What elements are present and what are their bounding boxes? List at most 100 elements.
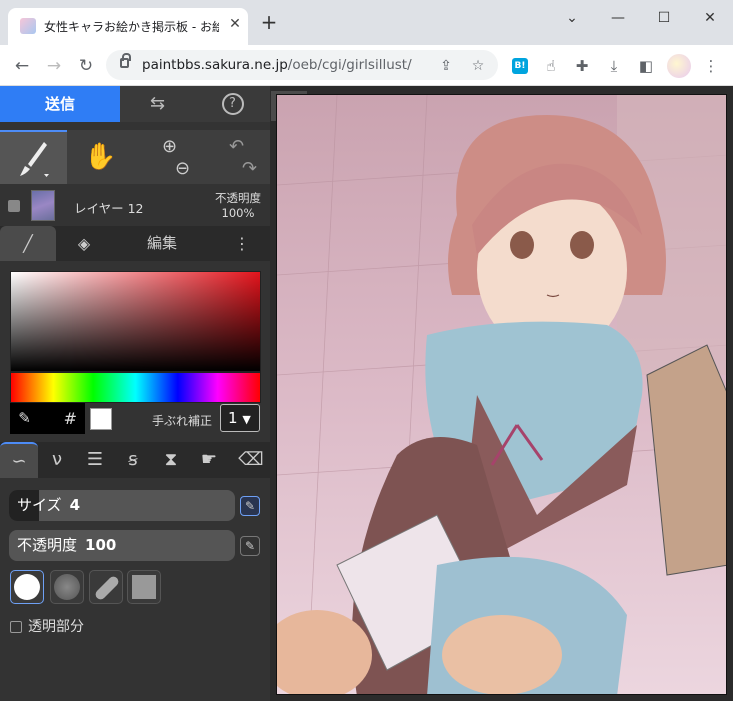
browser-window: 女性キャラお絵かき掲示板 - お絵かき ✕ + ⌄ — ☐ ✕ ← → ↻ pa… bbox=[0, 0, 733, 701]
saturation-value-picker[interactable] bbox=[10, 271, 261, 372]
zoom-button[interactable]: ⊕ ⊖ bbox=[136, 130, 203, 184]
new-tab-icon[interactable]: + bbox=[258, 12, 280, 32]
url-text: paintbbs.sakura.ne.jp/oeb/cgi/girlsillus… bbox=[142, 57, 412, 73]
tab-gradient[interactable]: ⧗ bbox=[152, 442, 190, 478]
tab-eraser[interactable]: ⌫ bbox=[232, 442, 270, 478]
soft-brush-icon bbox=[54, 574, 80, 600]
square-brush-button[interactable] bbox=[127, 570, 161, 604]
smudge-icon: ☛ bbox=[200, 449, 218, 470]
close-tab-icon[interactable]: ✕ bbox=[226, 16, 244, 32]
pointer-extension-icon[interactable]: ☝ bbox=[540, 55, 562, 77]
browser-toolbar: ← → ↻ paintbbs.sakura.ne.jp/oeb/cgi/girl… bbox=[0, 45, 733, 86]
size-label: サイズ bbox=[17, 496, 62, 514]
minimize-icon[interactable]: — bbox=[603, 10, 633, 30]
size-value: 4 bbox=[69, 496, 80, 514]
hand-icon: ✋ bbox=[84, 142, 117, 172]
back-icon[interactable]: ← bbox=[10, 54, 34, 78]
tool-panel: 送信 ⇆ ? ✋ ⊕ ⊖ ↶ ↷ レイヤー 12 不透明度 100% ╱ ◈ 編… bbox=[0, 86, 270, 701]
brush-tab-icon: ╱ bbox=[23, 234, 33, 253]
lasso-icon: ꞩ bbox=[128, 449, 138, 470]
address-bar[interactable]: paintbbs.sakura.ne.jp/oeb/cgi/girlsillus… bbox=[106, 50, 498, 80]
swap-arrows-icon[interactable]: ⇆ bbox=[120, 86, 195, 122]
url-host: paintbbs.sakura.ne.jp bbox=[142, 57, 288, 73]
airbrush-icon: ☰ bbox=[86, 449, 104, 470]
current-color-swatch[interactable] bbox=[90, 408, 112, 430]
chevron-down-icon: ▼ bbox=[242, 413, 251, 426]
layer-name: レイヤー 12 bbox=[74, 201, 144, 216]
transparent-lock-label: 透明部分 bbox=[28, 619, 84, 635]
size-slider[interactable]: サイズ 4 bbox=[9, 490, 235, 521]
soft-brush-button[interactable] bbox=[50, 570, 84, 604]
pill-brush-icon bbox=[93, 574, 121, 602]
extensions-puzzle-icon[interactable]: ✚ bbox=[571, 55, 593, 77]
forward-icon[interactable]: → bbox=[42, 54, 66, 78]
pen-stroke-icon: ∽ bbox=[11, 451, 27, 472]
round-brush-button[interactable] bbox=[10, 570, 44, 604]
brush-type-tabs: ∽ ν ☰ ꞩ ⧗ ☛ ⌫ bbox=[0, 442, 270, 478]
chevron-down-icon[interactable]: ⌄ bbox=[557, 10, 587, 30]
tab-brush[interactable]: ╱ bbox=[0, 226, 56, 261]
redo-icon: ↷ bbox=[241, 158, 258, 179]
send-button[interactable]: 送信 bbox=[0, 86, 120, 122]
help-icon: ? bbox=[221, 93, 244, 115]
layer-visible-checkbox[interactable] bbox=[8, 200, 20, 212]
menu-kebab-icon[interactable]: ⋮ bbox=[700, 55, 722, 77]
tab-pen[interactable]: ∽ bbox=[0, 442, 38, 478]
pill-brush-button[interactable] bbox=[89, 570, 123, 604]
reload-icon[interactable]: ↻ bbox=[74, 54, 98, 78]
color-panel: ✎ # 手ぶれ補正 1 ▼ bbox=[0, 261, 270, 441]
favicon-icon bbox=[20, 18, 36, 34]
tab-edit[interactable]: 編集 bbox=[112, 226, 212, 261]
drawing-canvas[interactable] bbox=[276, 94, 727, 695]
brush-icon bbox=[19, 142, 49, 177]
brush-tool-button[interactable] bbox=[0, 130, 67, 184]
share-icon[interactable]: ⇪ bbox=[436, 56, 456, 76]
eyedropper-icon[interactable]: ✎ bbox=[10, 403, 39, 434]
size-pressure-icon[interactable]: ✎ bbox=[240, 496, 260, 516]
zoom-in-icon: ⊕ bbox=[161, 136, 178, 157]
tab-layers[interactable]: ◈ bbox=[56, 226, 112, 261]
undo-icon: ↶ bbox=[228, 136, 245, 157]
hand-tool-button[interactable]: ✋ bbox=[67, 130, 134, 184]
watercolor-icon: ν bbox=[51, 449, 63, 470]
main-tools: ✋ ⊕ ⊖ ↶ ↷ bbox=[0, 130, 270, 184]
opacity-value: 100 bbox=[85, 536, 117, 554]
bookmark-star-icon[interactable]: ☆ bbox=[468, 56, 488, 76]
tab-watercolor[interactable]: ν bbox=[38, 442, 76, 478]
stabilizer-value: 1 bbox=[228, 409, 238, 427]
zoom-out-icon: ⊖ bbox=[174, 158, 191, 179]
help-button[interactable]: ? bbox=[195, 86, 270, 122]
layer-row[interactable]: レイヤー 12 不透明度 100% bbox=[0, 186, 270, 226]
maximize-icon[interactable]: ☐ bbox=[649, 10, 679, 30]
close-window-icon[interactable]: ✕ bbox=[695, 10, 725, 30]
lock-icon bbox=[120, 53, 131, 68]
profile-avatar[interactable] bbox=[667, 54, 691, 78]
opacity-pressure-icon[interactable]: ✎ bbox=[240, 536, 260, 556]
layer-opacity-value: 100% bbox=[221, 206, 255, 220]
round-brush-icon bbox=[14, 574, 40, 600]
tab-airbrush[interactable]: ☰ bbox=[76, 442, 114, 478]
opacity-slider[interactable]: 不透明度 100 bbox=[9, 530, 235, 561]
layers-icon: ◈ bbox=[77, 234, 91, 253]
hatena-bookmark-extension-icon[interactable]: B! bbox=[512, 58, 528, 74]
square-brush-icon bbox=[132, 575, 156, 599]
hex-input[interactable]: # bbox=[39, 403, 85, 434]
side-panel-icon[interactable]: ◧ bbox=[635, 55, 657, 77]
panel-top-bar: 送信 ⇆ ? bbox=[0, 86, 270, 122]
layer-opacity-label: 不透明度 bbox=[215, 191, 261, 205]
more-options-icon[interactable]: ⋮ bbox=[222, 226, 262, 261]
url-path: /oeb/cgi/girlsillust/ bbox=[287, 57, 412, 73]
layer-thumbnail bbox=[31, 190, 55, 221]
stabilizer-select[interactable]: 1 ▼ bbox=[220, 404, 260, 432]
opacity-label: 不透明度 bbox=[17, 536, 78, 554]
gradient-icon: ⧗ bbox=[164, 449, 178, 470]
download-icon[interactable]: ⤓ bbox=[603, 55, 625, 77]
browser-tab[interactable]: 女性キャラお絵かき掲示板 - お絵かき ✕ bbox=[8, 8, 248, 45]
paint-app: 送信 ⇆ ? ✋ ⊕ ⊖ ↶ ↷ レイヤー 12 不透明度 100% ╱ ◈ 編… bbox=[0, 86, 733, 701]
tab-lasso[interactable]: ꞩ bbox=[114, 442, 152, 478]
transparent-lock-checkbox[interactable] bbox=[10, 621, 22, 633]
panel-tabs: ╱ ◈ 編集 ⋮ bbox=[0, 226, 270, 261]
tab-smudge[interactable]: ☛ bbox=[190, 442, 228, 478]
hue-slider[interactable] bbox=[10, 372, 261, 403]
undo-redo-button[interactable]: ↶ ↷ bbox=[203, 130, 270, 184]
